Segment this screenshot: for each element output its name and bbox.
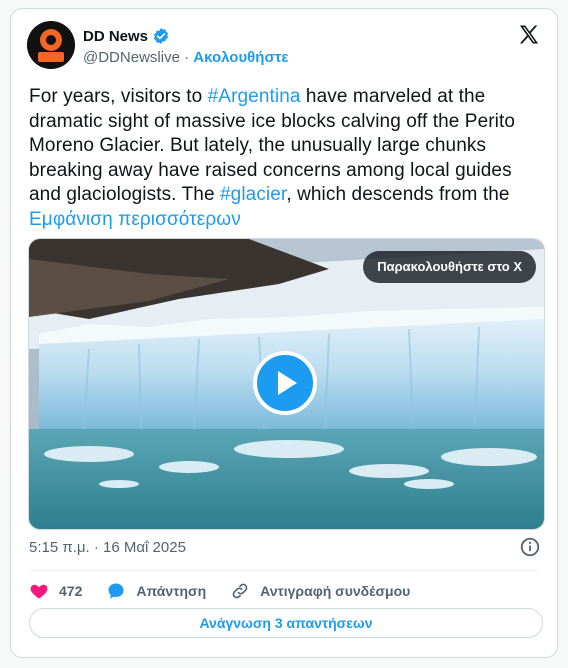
author-name-row[interactable]: DD News bbox=[83, 27, 170, 45]
divider bbox=[29, 570, 539, 571]
reply-bubble-icon bbox=[108, 583, 124, 599]
action-bar: 472 Απάντηση Αντιγραφή συνδέσμου bbox=[29, 576, 434, 606]
follow-button[interactable]: Ακολουθήστε bbox=[193, 49, 288, 66]
dd-news-logo-icon bbox=[27, 21, 75, 69]
x-logo-icon[interactable] bbox=[517, 23, 541, 47]
tweet-card: DD News @DDNewslive · Ακολουθήστε For ye… bbox=[10, 8, 558, 658]
handle-row: @DDNewslive · Ακολουθήστε bbox=[83, 49, 289, 66]
reply-label: Απάντηση bbox=[136, 583, 207, 599]
copy-link-label: Αντιγραφή συνδέσμου bbox=[260, 583, 411, 599]
read-replies-button[interactable]: Ανάγνωση 3 απαντήσεων bbox=[29, 608, 543, 638]
heart-icon bbox=[30, 584, 48, 599]
author-handle[interactable]: @DDNewslive bbox=[83, 49, 180, 66]
tweet-text-segment: For years, visitors to bbox=[29, 86, 208, 107]
like-button[interactable]: 472 bbox=[29, 581, 82, 601]
play-button[interactable] bbox=[253, 351, 317, 415]
tweet-text: For years, visitors to #Argentina have m… bbox=[29, 85, 545, 232]
avatar[interactable] bbox=[27, 21, 75, 69]
info-icon[interactable] bbox=[519, 536, 541, 558]
watch-on-x-button[interactable]: Παρακολουθήστε στο X bbox=[363, 251, 536, 283]
handle-separator: · bbox=[179, 49, 194, 66]
author-name[interactable]: DD News bbox=[83, 28, 148, 45]
like-count: 472 bbox=[59, 583, 83, 599]
hashtag-glacier[interactable]: #glacier bbox=[220, 184, 286, 205]
show-more-link[interactable]: Εμφάνιση περισσότερων bbox=[29, 209, 241, 230]
reply-button[interactable]: Απάντηση bbox=[106, 581, 206, 601]
hashtag-argentina[interactable]: #Argentina bbox=[208, 86, 301, 107]
tweet-text-segment: , which descends from the bbox=[286, 184, 510, 205]
link-icon bbox=[232, 583, 248, 599]
verified-badge-icon bbox=[153, 28, 169, 44]
copy-link-button[interactable]: Αντιγραφή συνδέσμου bbox=[230, 581, 410, 601]
tweet-timestamp[interactable]: 5:15 π.μ. · 16 Μαΐ 2025 bbox=[29, 539, 186, 556]
play-icon bbox=[278, 371, 297, 395]
video-player[interactable]: Παρακολουθήστε στο X bbox=[28, 238, 545, 530]
